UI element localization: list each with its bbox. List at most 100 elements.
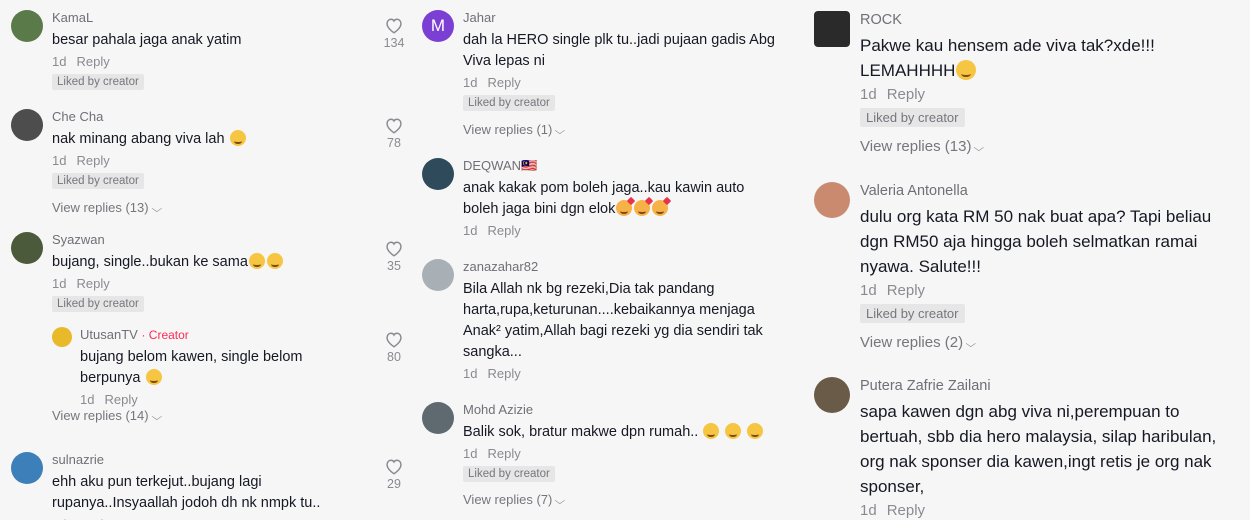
liked-by-creator-badge: Liked by creator <box>860 304 965 323</box>
view-replies-button[interactable]: View replies (14) ⌵ <box>52 407 162 427</box>
smiling-hearts-emoji-icon <box>634 200 651 216</box>
view-replies-button[interactable]: View replies (7) ⌵ <box>463 491 793 511</box>
user-avatar[interactable] <box>422 158 454 190</box>
chevron-down-icon: ⌵ <box>151 204 162 215</box>
comment-time: 1d <box>52 54 67 69</box>
laugh-emoji-icon <box>266 253 283 269</box>
comment-username[interactable]: ROCK <box>860 11 1220 29</box>
comment-username[interactable]: Jahar <box>463 10 783 26</box>
chevron-down-icon: ⌵ <box>554 126 566 137</box>
heart-icon <box>386 18 402 34</box>
user-avatar[interactable] <box>11 452 43 484</box>
like-count: 29 <box>387 477 401 491</box>
view-replies-button[interactable]: View replies (13) ⌵ <box>860 137 1220 159</box>
liked-by-creator-badge: Liked by creator <box>52 173 144 189</box>
comment-username[interactable]: zanazahar82 <box>463 259 793 275</box>
comment-username[interactable]: Putera Zafrie Zailani <box>860 377 1230 395</box>
reply-button[interactable]: Reply <box>487 366 520 381</box>
user-avatar[interactable] <box>814 182 850 218</box>
comment-username[interactable]: Che Cha <box>52 109 372 125</box>
grin-emoji-icon <box>229 130 246 146</box>
user-avatar[interactable]: M <box>422 10 454 42</box>
comment-username[interactable]: Mohd Azizie <box>463 402 793 418</box>
comment-time: 1d <box>52 153 67 168</box>
rofl-emoji-icon <box>703 423 720 439</box>
laugh-emoji-icon <box>248 253 265 269</box>
comment-text: Balik sok, bratur makwe dpn rumah.. <box>463 424 699 440</box>
user-avatar[interactable] <box>814 377 850 413</box>
comment-text: sapa kawen dgn abg viva ni,perempuan to … <box>860 402 1217 496</box>
heart-icon <box>386 241 402 257</box>
comment-time: 1d <box>860 282 877 299</box>
like-button[interactable]: 80 <box>379 330 409 364</box>
user-avatar[interactable] <box>422 402 454 434</box>
comment-username[interactable]: DEQWAN🇲🇾 <box>463 158 763 174</box>
comment-text: bujang, single..bukan ke sama <box>52 254 248 270</box>
user-avatar[interactable] <box>422 259 454 291</box>
reply-button[interactable]: Reply <box>887 86 925 103</box>
comment-time: 1d <box>52 276 67 291</box>
grin-sweat-emoji-icon <box>956 60 977 80</box>
view-replies-button[interactable]: View replies (1) ⌵ <box>463 121 783 141</box>
reply-button[interactable]: Reply <box>887 282 925 299</box>
like-button[interactable]: 35 <box>379 239 409 273</box>
comment-text: ehh aku pun terkejut..bujang lagi rupany… <box>52 474 321 511</box>
rofl-emoji-icon <box>725 423 742 439</box>
smiling-hearts-emoji-icon <box>616 200 633 216</box>
comment-time: 1d <box>463 446 478 461</box>
user-avatar[interactable] <box>11 232 43 264</box>
comment-text: dulu org kata RM 50 nak buat apa? Tapi b… <box>860 207 1212 276</box>
view-replies-button[interactable]: View replies (13) ⌵ <box>52 199 372 219</box>
comment-username[interactable]: KamaL <box>52 10 372 26</box>
comment-time: 1d <box>860 86 877 103</box>
chevron-down-icon: ⌵ <box>151 412 162 423</box>
reply-button[interactable]: Reply <box>76 276 109 291</box>
user-avatar[interactable] <box>52 327 72 347</box>
reply-button[interactable]: Reply <box>487 446 520 461</box>
like-count: 80 <box>387 350 401 364</box>
heart-icon <box>386 118 402 134</box>
user-avatar[interactable] <box>814 11 850 47</box>
liked-by-creator-badge: Liked by creator <box>463 466 555 482</box>
chevron-down-icon: ⌵ <box>554 496 566 507</box>
comment-username[interactable]: sulnazrie <box>52 452 352 468</box>
reply-button[interactable]: Reply <box>887 502 925 519</box>
heart-icon <box>386 459 402 475</box>
comment-time: 1d <box>463 366 478 381</box>
comment-text: anak kakak pom boleh jaga..kau kawin aut… <box>463 180 745 217</box>
liked-by-creator-badge: Liked by creator <box>52 296 144 312</box>
comment-column-2: M Jahar dah la HERO single plk tu..jadi … <box>410 0 808 520</box>
reply-button[interactable]: Reply <box>487 75 520 90</box>
reply-button[interactable]: Reply <box>487 223 520 238</box>
like-count: 134 <box>383 36 405 50</box>
liked-by-creator-badge: Liked by creator <box>860 108 965 127</box>
like-button[interactable]: 78 <box>379 116 409 150</box>
comment-username[interactable]: UtusanTV <box>80 327 138 342</box>
heart-icon <box>386 332 402 348</box>
grin-emoji-icon <box>145 369 162 385</box>
user-avatar[interactable] <box>11 10 43 42</box>
like-button[interactable]: 29 <box>379 457 409 491</box>
comment-username[interactable]: Syazwan <box>52 232 372 248</box>
rofl-emoji-icon <box>747 423 764 439</box>
comment-time: 1d <box>80 392 95 407</box>
comment-time: 1d <box>860 502 877 519</box>
comment-text: bujang belom kawen, single belom berpuny… <box>80 349 303 386</box>
comment-text: Bila Allah nk bg rezeki,Dia tak pandang … <box>463 281 763 360</box>
comment-username[interactable]: Valeria Antonella <box>860 182 1220 200</box>
view-replies-button[interactable]: View replies (2) ⌵ <box>860 333 1220 355</box>
smiling-hearts-emoji-icon <box>652 200 669 216</box>
comment-column-3: ROCK Pakwe kau hensem ade viva tak?xde!!… <box>808 0 1250 520</box>
comment-text: nak minang abang viva lah <box>52 131 225 147</box>
user-avatar[interactable] <box>11 109 43 141</box>
reply-button[interactable]: Reply <box>76 153 109 168</box>
reply-button[interactable]: Reply <box>104 392 137 407</box>
chevron-down-icon: ⌵ <box>965 339 977 350</box>
like-count: 78 <box>387 136 401 150</box>
like-button[interactable]: 134 <box>379 16 409 50</box>
comment-text: Pakwe kau hensem ade viva tak?xde!!! LEM… <box>860 36 1155 80</box>
like-count: 35 <box>387 259 401 273</box>
reply-button[interactable]: Reply <box>76 54 109 69</box>
creator-badge: · Creator <box>141 328 189 342</box>
chevron-down-icon: ⌵ <box>973 143 985 154</box>
